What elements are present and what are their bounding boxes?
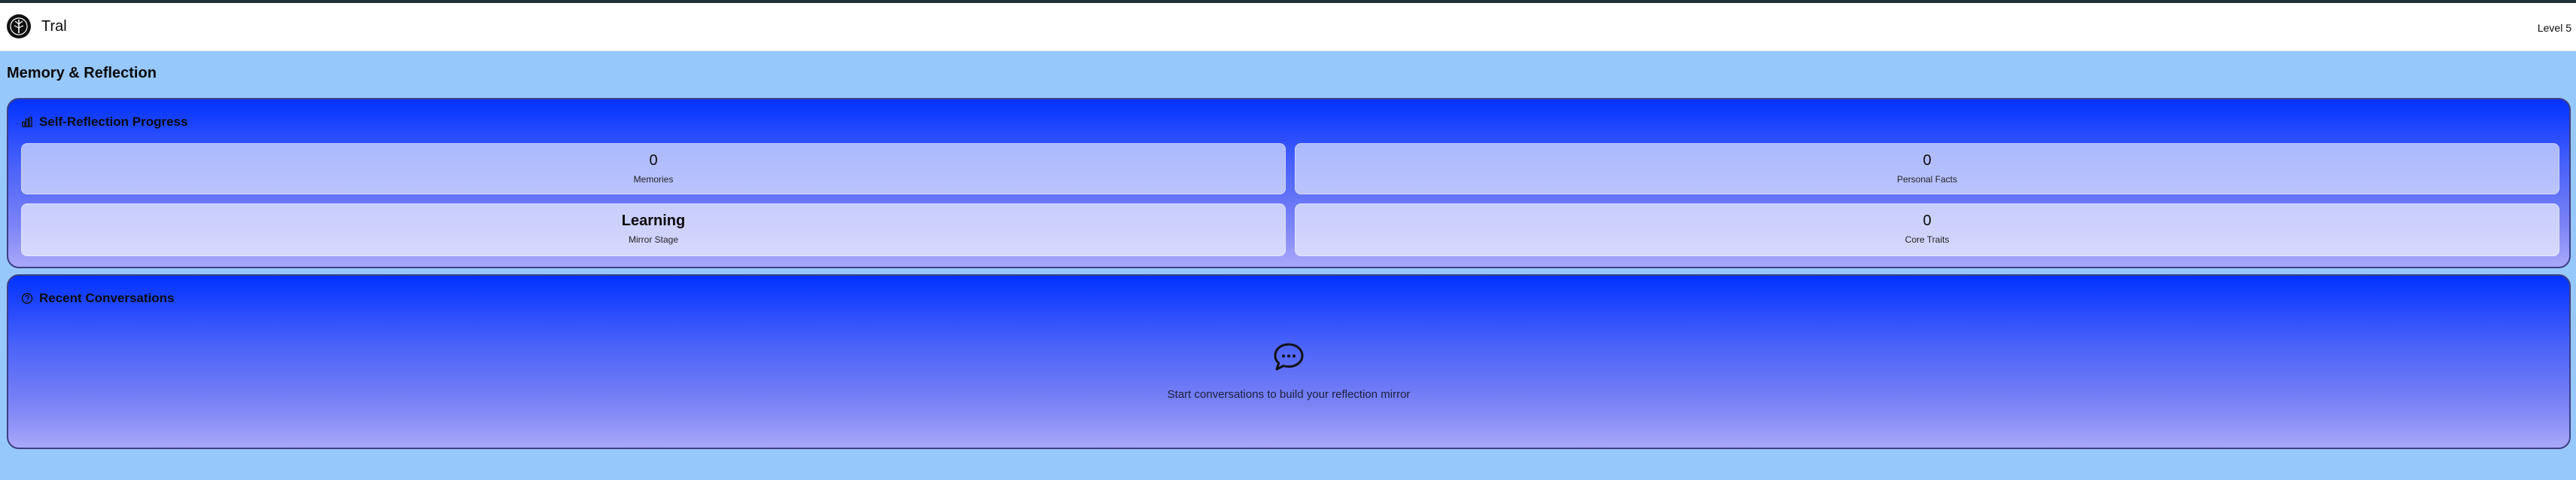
stat-value: 0	[649, 152, 658, 169]
page-title: Memory & Reflection	[7, 65, 157, 81]
stat-personal-facts: 0 Personal Facts	[1295, 143, 2559, 194]
progress-card-header: Self-Reflection Progress	[21, 115, 187, 130]
empty-state-message: Start conversations to build your reflec…	[1167, 388, 1411, 401]
stat-core-traits: 0 Core Traits	[1295, 203, 2559, 256]
stat-label: Core Traits	[1905, 234, 1950, 245]
stat-label: Personal Facts	[1896, 174, 1958, 185]
stat-label: Mirror Stage	[628, 234, 679, 245]
tree-logo-icon	[7, 14, 31, 38]
empty-state: Start conversations to build your reflec…	[8, 342, 2569, 401]
recent-card-title: Recent Conversations	[39, 291, 175, 305]
question-circle-icon	[21, 292, 33, 304]
stat-value: 0	[1923, 212, 1932, 229]
stat-value: 0	[1923, 152, 1932, 169]
recent-conversations-card: Recent Conversations Start conversations…	[7, 274, 2571, 449]
self-reflection-progress-card: Self-Reflection Progress 0 Memories 0 Pe…	[7, 98, 2571, 268]
stat-memories: 0 Memories	[21, 143, 1286, 194]
chat-bubble-icon	[1274, 343, 1304, 371]
brand[interactable]: Tral	[7, 14, 67, 38]
stat-label: Memories	[633, 174, 674, 185]
recent-card-header: Recent Conversations	[21, 291, 175, 306]
chart-icon	[22, 117, 32, 127]
level-indicator: Level 5	[2537, 22, 2571, 34]
stat-value: Learning	[621, 212, 686, 229]
progress-card-title: Self-Reflection Progress	[39, 115, 188, 129]
app-header: Tral Level 5	[0, 3, 2576, 51]
app-name: Tral	[41, 17, 67, 35]
stat-mirror-stage: Learning Mirror Stage	[21, 203, 1286, 256]
